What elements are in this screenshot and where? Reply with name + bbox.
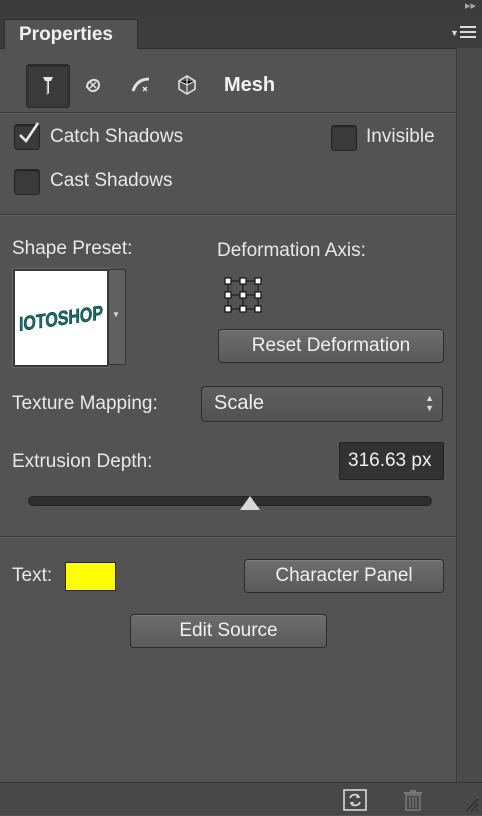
mesh-mode-button[interactable] — [26, 64, 70, 108]
extrusion-depth-input[interactable]: 316.63 px — [339, 442, 444, 480]
resize-grip-icon[interactable] — [463, 796, 479, 812]
catch-shadows-checkbox[interactable] — [14, 122, 40, 150]
extrusion-depth-slider[interactable] — [28, 496, 432, 506]
panel-menu-icon[interactable]: ▼ — [450, 24, 476, 40]
texture-mapping-value: Scale — [214, 392, 265, 414]
render-toggle-button[interactable] — [343, 789, 367, 811]
shape-preset-dropdown[interactable]: ▼ — [108, 269, 126, 365]
invisible-label: Invisible — [366, 126, 435, 147]
text-color-swatch[interactable] — [65, 562, 116, 591]
render-toggle-icon — [343, 789, 367, 811]
texture-mapping-select[interactable]: Scale ▲ ▼ — [201, 386, 443, 422]
texture-mapping-label: Texture Mapping: — [12, 393, 158, 414]
deformation-axis-label: Deformation Axis: — [217, 240, 366, 261]
collapse-panel-icon[interactable]: ▸▸ — [465, 0, 476, 12]
divider-shadows — [0, 214, 456, 216]
reset-deformation-button[interactable]: Reset Deformation — [218, 329, 444, 363]
divider-top — [0, 112, 456, 114]
checkmark-icon — [19, 122, 40, 144]
mode-title: Mesh — [224, 74, 276, 96]
cast-shadows-checkbox[interactable] — [14, 169, 40, 195]
properties-mode-toolbar: Mesh — [0, 58, 456, 110]
cast-shadows-label: Cast Shadows — [50, 170, 173, 191]
tab-properties-label: Properties — [19, 24, 113, 45]
invisible-checkbox[interactable] — [331, 125, 357, 151]
extrusion-depth-label: Extrusion Depth: — [12, 451, 153, 472]
shape-preset-thumbnail[interactable]: IOTOSHOP — [13, 269, 109, 367]
mesh-mode-icon — [43, 77, 53, 95]
extrusion-depth-value: 316.63 px — [348, 450, 432, 471]
updown-arrows-icon: ▲ ▼ — [425, 393, 434, 413]
panel-footer — [0, 782, 482, 815]
shape-preset-image: IOTOSHOP — [19, 302, 104, 336]
divider-extrusion — [0, 536, 456, 538]
cap-mode-button[interactable] — [120, 64, 162, 106]
catch-shadows-label: Catch Shadows — [50, 126, 184, 147]
tab-properties[interactable]: Properties — [4, 19, 138, 49]
deform-mode-button[interactable] — [72, 64, 114, 106]
coordinates-mode-button[interactable] — [166, 64, 208, 106]
panel-scrollbar[interactable] — [456, 48, 482, 782]
deform-mode-icon — [85, 79, 101, 93]
text-color-label: Text: — [12, 565, 53, 586]
panel-top-strip: ▸▸ — [0, 0, 482, 14]
shape-preset-label: Shape Preset: — [12, 238, 133, 259]
panel-tab-bar: Properties ▼ — [0, 14, 482, 49]
delete-button[interactable] — [401, 789, 425, 811]
edit-source-button[interactable]: Edit Source — [130, 614, 327, 648]
trash-icon — [404, 790, 422, 811]
extrusion-slider-thumb[interactable] — [240, 496, 261, 510]
coordinates-mode-icon — [178, 75, 196, 95]
chevron-down-icon: ▼ — [112, 310, 120, 319]
shape-preset-thumbnail-text: IOTOSHOP — [19, 302, 103, 336]
deformation-axis-widget[interactable] — [224, 277, 262, 313]
cap-mode-icon — [131, 77, 150, 92]
character-panel-button[interactable]: Character Panel — [244, 559, 444, 593]
